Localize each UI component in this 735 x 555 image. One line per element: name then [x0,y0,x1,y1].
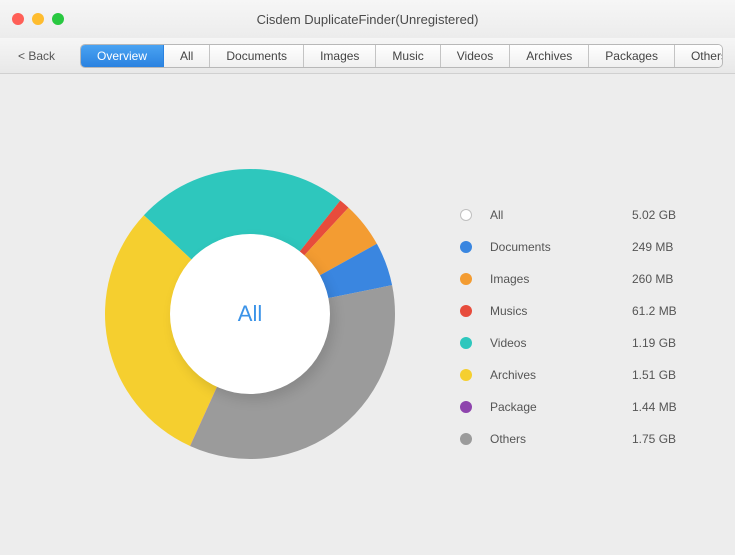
legend: All 5.02 GB Documents 249 MB Images 260 … [460,199,700,455]
swatch-icon [460,273,472,285]
tab-music[interactable]: Music [376,45,440,67]
legend-value: 260 MB [632,272,700,286]
swatch-icon [460,337,472,349]
donut-chart: All [100,164,400,464]
legend-value: 61.2 MB [632,304,700,318]
swatch-icon [460,241,472,253]
legend-value: 1.75 GB [632,432,700,446]
toolbar: < Back Overview All Documents Images Mus… [0,38,735,74]
app-window: Cisdem DuplicateFinder(Unregistered) < B… [0,0,735,555]
legend-item-all: All 5.02 GB [460,199,700,231]
tab-videos[interactable]: Videos [441,45,510,67]
legend-value: 1.44 MB [632,400,700,414]
legend-item-videos: Videos 1.19 GB [460,327,700,359]
back-button[interactable]: < Back [12,45,62,67]
legend-value: 5.02 GB [632,208,700,222]
swatch-icon [460,401,472,413]
content-area: All All 5.02 GB Documents 249 MB Images … [0,74,735,555]
legend-label: Videos [490,336,632,350]
category-tabs: Overview All Documents Images Music Vide… [80,44,723,68]
legend-label: All [490,208,632,222]
tab-others[interactable]: Others [675,45,723,67]
swatch-icon [460,305,472,317]
legend-item-images: Images 260 MB [460,263,700,295]
tab-all[interactable]: All [164,45,210,67]
titlebar: Cisdem DuplicateFinder(Unregistered) [0,0,735,38]
window-title: Cisdem DuplicateFinder(Unregistered) [0,12,735,27]
legend-value: 1.19 GB [632,336,700,350]
legend-value: 1.51 GB [632,368,700,382]
swatch-icon [460,369,472,381]
zoom-icon[interactable] [52,13,64,25]
tab-archives[interactable]: Archives [510,45,589,67]
swatch-icon [460,433,472,445]
legend-label: Musics [490,304,632,318]
tab-documents[interactable]: Documents [210,45,304,67]
tab-overview[interactable]: Overview [81,45,164,67]
legend-item-archives: Archives 1.51 GB [460,359,700,391]
legend-label: Package [490,400,632,414]
traffic-lights [12,13,64,25]
legend-value: 249 MB [632,240,700,254]
donut-center-label: All [238,301,262,327]
donut-center: All [170,234,330,394]
minimize-icon[interactable] [32,13,44,25]
legend-label: Images [490,272,632,286]
swatch-icon [460,209,472,221]
legend-item-documents: Documents 249 MB [460,231,700,263]
legend-label: Others [490,432,632,446]
legend-item-others: Others 1.75 GB [460,423,700,455]
legend-label: Archives [490,368,632,382]
tab-images[interactable]: Images [304,45,376,67]
legend-item-package: Package 1.44 MB [460,391,700,423]
legend-item-musics: Musics 61.2 MB [460,295,700,327]
tab-packages[interactable]: Packages [589,45,675,67]
close-icon[interactable] [12,13,24,25]
legend-label: Documents [490,240,632,254]
